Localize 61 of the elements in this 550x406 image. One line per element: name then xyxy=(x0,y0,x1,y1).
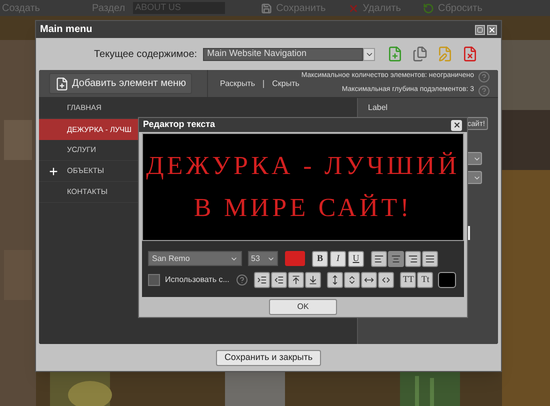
size-select[interactable]: 53 xyxy=(248,251,278,266)
content-label: Текущее содержимое: xyxy=(94,48,198,62)
dropdown-button[interactable] xyxy=(363,48,376,60)
align-button[interactable] xyxy=(422,250,438,266)
refresh-icon xyxy=(422,2,434,14)
text-preview[interactable]: ДЕЖУРКА - ЛУЧШИЙ В МИРЕ САЙТ! xyxy=(142,133,464,241)
align-button[interactable] xyxy=(388,250,404,266)
align-justify-icon xyxy=(425,254,435,264)
letter-spacing-button[interactable] xyxy=(361,272,378,288)
style-button[interactable]: I xyxy=(330,250,346,266)
letter-spacing-button[interactable] xyxy=(378,272,394,288)
field-label: Label xyxy=(368,102,389,114)
align-top-button[interactable] xyxy=(288,272,304,288)
close-icon xyxy=(452,121,460,129)
letter-spacing-icon xyxy=(381,274,392,284)
help-icon[interactable] xyxy=(236,274,248,286)
align-top-icon xyxy=(291,274,302,284)
checkbox[interactable] xyxy=(148,274,160,286)
case-button[interactable]: Tt xyxy=(417,272,434,288)
line-spacing-button[interactable] xyxy=(344,272,360,288)
indent-left-icon xyxy=(274,274,284,284)
align-right-icon xyxy=(408,254,418,264)
cross-icon xyxy=(348,2,359,14)
indent-right-button[interactable] xyxy=(254,272,270,288)
align-bottom-button[interactable] xyxy=(305,272,322,288)
save-close-button[interactable]: Сохранить и закрыть xyxy=(216,350,321,366)
ok-button[interactable]: OK xyxy=(269,299,337,315)
content-select[interactable]: Main Website Navigation xyxy=(203,48,364,60)
align-center-icon xyxy=(391,254,401,264)
checkbox-label: Использовать с... xyxy=(165,274,230,286)
font-select[interactable]: San Remo xyxy=(148,251,242,266)
add-file-icon xyxy=(55,76,69,90)
case-button[interactable]: TT xyxy=(400,272,416,288)
align-left-icon xyxy=(374,254,384,264)
indent-left-button[interactable] xyxy=(271,272,288,288)
align-bottom-icon xyxy=(308,274,318,284)
delete-file-icon[interactable] xyxy=(462,46,478,62)
expand-link[interactable]: Раскрыть xyxy=(220,78,256,90)
add-item-button[interactable]: Добавить элемент меню xyxy=(49,73,192,94)
preview-text: В МИРЕ САЙТ! xyxy=(194,192,412,224)
style-button[interactable]: B xyxy=(312,250,328,266)
align-button[interactable] xyxy=(371,250,387,266)
dialog-title: Редактор текста xyxy=(143,118,216,132)
maximize-icon xyxy=(477,26,483,32)
close-button[interactable] xyxy=(451,120,462,130)
close-button[interactable] xyxy=(487,24,497,34)
line-spacing-button[interactable] xyxy=(327,272,344,288)
copy-file-icon[interactable] xyxy=(412,46,428,62)
style-button[interactable]: U xyxy=(348,250,364,266)
window-title: Main menu xyxy=(40,23,92,37)
indent-right-icon xyxy=(257,274,268,284)
maximize-button[interactable] xyxy=(475,24,485,34)
background-color-swatch[interactable] xyxy=(439,272,456,286)
expand-icon[interactable] xyxy=(48,166,58,176)
line-spacing-icon xyxy=(347,274,358,284)
close-icon xyxy=(488,26,496,34)
align-button[interactable] xyxy=(405,250,421,266)
preview-text: ДЕЖУРКА - ЛУЧШИЙ xyxy=(146,150,460,182)
collapse-link[interactable]: Скрыть xyxy=(272,78,300,90)
floppy-icon xyxy=(261,2,272,14)
text-color-swatch[interactable] xyxy=(285,251,305,266)
